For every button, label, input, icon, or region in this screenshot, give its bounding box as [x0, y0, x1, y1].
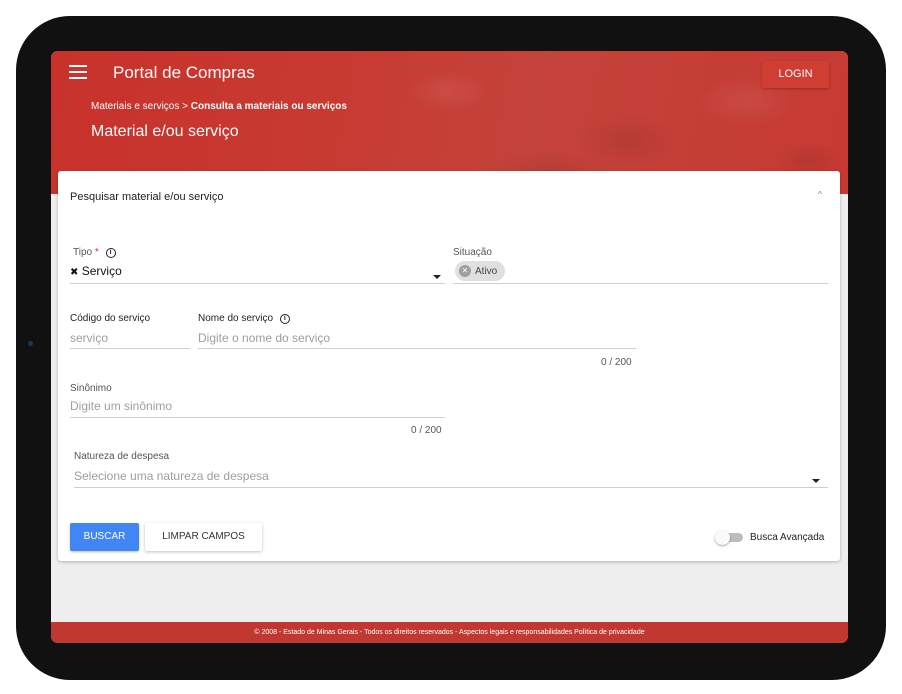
buscar-button[interactable]: BUSCAR	[70, 523, 139, 551]
tipo-select[interactable]: ✖ Serviço	[70, 264, 122, 278]
sinonimo-underline	[70, 417, 445, 418]
app-title: Portal de Compras	[113, 63, 255, 82]
tipo-underline	[70, 283, 445, 284]
required-mark: *	[94, 247, 99, 258]
sinonimo-counter: 0 / 200	[411, 425, 442, 436]
natureza-label: Natureza de despesa	[74, 451, 170, 462]
caret-down-icon[interactable]	[812, 479, 820, 483]
screen: Portal de Compras LOGIN Materiais e serv…	[51, 51, 848, 643]
camera-dot	[28, 341, 33, 346]
tipo-label-text: Tipo	[73, 247, 93, 258]
sinonimo-input[interactable]: Digite um sinônimo	[70, 399, 172, 413]
natureza-select[interactable]: Selecione uma natureza de despesa	[74, 469, 269, 483]
codigo-label: Código do serviço	[70, 313, 151, 324]
toggle-thumb	[715, 530, 730, 545]
nome-label: Nome do serviço i	[198, 313, 290, 324]
info-icon[interactable]: i	[105, 248, 116, 258]
page-title: Material e/ou serviço	[91, 123, 239, 140]
clear-icon[interactable]: ✖	[70, 267, 78, 278]
card-header[interactable]: Pesquisar material e/ou serviço ^	[58, 171, 840, 223]
footer: © 2008 - Estado de Minas Gerais - Todos …	[51, 622, 848, 643]
status-chip-label: Ativo	[475, 265, 498, 277]
natureza-underline	[74, 487, 828, 488]
breadcrumb: Materiais e serviços > Consulta a materi…	[91, 101, 347, 112]
menu-icon[interactable]	[69, 65, 87, 79]
info-icon[interactable]: i	[279, 314, 290, 324]
toggle-label: Busca Avançada	[750, 532, 825, 543]
sinonimo-label: Sinônimo	[70, 383, 112, 394]
search-card: Pesquisar material e/ou serviço ^ Tipo *…	[58, 171, 840, 561]
caret-down-icon[interactable]	[433, 275, 441, 279]
tipo-label: Tipo * i	[73, 247, 116, 258]
situacao-underline	[453, 283, 828, 284]
codigo-underline	[70, 348, 190, 349]
breadcrumb-parent[interactable]: Materiais e serviços >	[91, 101, 191, 112]
nome-label-text: Nome do serviço	[198, 313, 274, 324]
login-button[interactable]: LOGIN	[762, 61, 829, 88]
codigo-input[interactable]: serviço	[70, 331, 108, 345]
nome-underline	[198, 348, 636, 349]
chevron-up-icon[interactable]: ^	[818, 191, 826, 199]
status-chip[interactable]: ✕ Ativo	[455, 261, 506, 281]
nome-input[interactable]: Digite o nome do serviço	[198, 331, 330, 345]
close-circle-icon[interactable]: ✕	[459, 265, 471, 277]
tablet-frame: Portal de Compras LOGIN Materiais e serv…	[16, 16, 886, 680]
situacao-label: Situação	[453, 247, 492, 258]
breadcrumb-current: Consulta a materiais ou serviços	[190, 101, 347, 112]
card-title: Pesquisar material e/ou serviço	[70, 191, 224, 203]
nome-counter: 0 / 200	[601, 357, 632, 368]
busca-avancada-toggle[interactable]	[715, 530, 743, 545]
codigo-placeholder: serviço	[70, 331, 109, 345]
limpar-button[interactable]: LIMPAR CAMPOS	[145, 523, 262, 551]
tipo-value: Serviço	[81, 264, 122, 278]
